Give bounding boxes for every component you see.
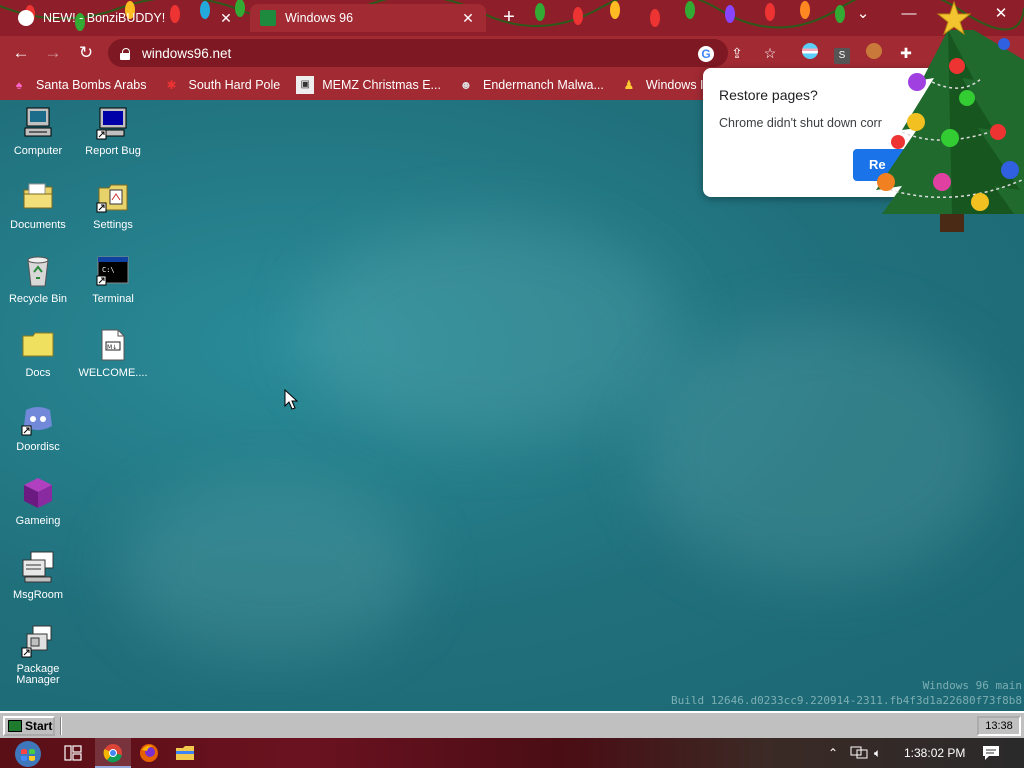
desktop-icon-label: Documents bbox=[10, 219, 66, 231]
background-cloud bbox=[120, 480, 420, 660]
docs-folder-icon bbox=[21, 328, 55, 362]
windows96-clock: 13:38 bbox=[977, 716, 1021, 736]
desktop-icon-label: Docs bbox=[25, 367, 51, 379]
bookmark-memz[interactable]: ▣ MEMZ Christmas E... bbox=[296, 76, 441, 94]
endermanch-icon: ☻ bbox=[459, 78, 473, 92]
network-icon[interactable] bbox=[850, 746, 868, 760]
tab-favicon-icon bbox=[18, 10, 34, 26]
santa-icon: ♠ bbox=[15, 78, 23, 92]
markdown-file-icon: M↓ bbox=[96, 328, 130, 362]
gameing-cube-icon bbox=[21, 476, 55, 510]
task-view-icon[interactable] bbox=[62, 742, 84, 764]
desktop-icon-label: WELCOME.... bbox=[78, 367, 148, 379]
firefox-icon[interactable] bbox=[138, 742, 160, 764]
mouse-cursor-icon bbox=[284, 389, 298, 410]
extension-flag-icon[interactable] bbox=[800, 43, 820, 63]
desktop-icon-label: Recycle Bin bbox=[8, 293, 68, 305]
memz-icon: ▣ bbox=[296, 76, 315, 94]
desktop-icon-label: Package Manager bbox=[16, 663, 60, 686]
msgroom-icon bbox=[21, 550, 55, 584]
tab-bonzibuddy[interactable]: NEW! - BonziBUDDY! ✕ bbox=[8, 4, 244, 32]
desktop-icon-label: Gameing bbox=[15, 515, 61, 527]
svg-text:C:\: C:\ bbox=[102, 266, 115, 274]
taskbar-divider bbox=[60, 717, 62, 735]
terminal-icon: C:\ bbox=[96, 254, 130, 288]
windows96-favicon-icon bbox=[260, 10, 276, 26]
forward-arrow-icon[interactable]: → bbox=[42, 42, 64, 64]
settings-icon bbox=[96, 180, 130, 214]
desktop-icon-label: Doordisc bbox=[16, 441, 60, 453]
share-icon[interactable]: ⇪ bbox=[727, 43, 747, 63]
bookmark-santa-bombs[interactable]: ♠ Santa Bombs Arabs bbox=[10, 76, 147, 94]
desktop-icon-label: MsgRoom bbox=[12, 589, 64, 601]
dialog-title: Restore pages? bbox=[719, 87, 818, 103]
build-info-line1: Windows 96 main bbox=[922, 679, 1022, 692]
desktop-icon-label: Computer bbox=[13, 145, 63, 157]
build-info-line2: Build 12646.d0233cc9.220914-2311.fb4f3d1… bbox=[671, 694, 1022, 707]
volume-icon[interactable]: 🔈︎ bbox=[874, 738, 881, 768]
start-button[interactable]: Start bbox=[3, 716, 55, 736]
report-bug-icon bbox=[96, 106, 130, 140]
system-clock[interactable]: 1:38:02 PM bbox=[904, 738, 965, 768]
windows96-logo-icon bbox=[8, 720, 22, 732]
reload-icon[interactable]: ↻ bbox=[75, 42, 97, 64]
desktop-icon-package-manager[interactable]: Package Manager bbox=[1, 624, 75, 686]
bookmark-label: South Hard Pole bbox=[188, 78, 281, 92]
desktop-icon-docs[interactable]: Docs bbox=[1, 328, 75, 379]
background-cloud bbox=[300, 220, 680, 440]
bookmark-endermanch[interactable]: ☻ Endermanch Malwa... bbox=[457, 76, 604, 94]
desktop-icon-msgroom[interactable]: MsgRoom bbox=[1, 550, 75, 601]
tab-label: NEW! - BonziBUDDY! bbox=[43, 11, 166, 25]
bookmark-label: Endermanch Malwa... bbox=[482, 78, 604, 92]
google-icon[interactable]: G bbox=[696, 43, 716, 63]
windows-iso-icon: ♟ bbox=[623, 78, 635, 92]
desktop-icon-settings[interactable]: Settings bbox=[76, 180, 150, 231]
back-arrow-icon[interactable]: ← bbox=[10, 42, 32, 64]
background-cloud bbox=[640, 320, 1000, 580]
desktop-icon-doordisc[interactable]: Doordisc bbox=[1, 402, 75, 453]
close-tab-icon[interactable]: ✕ bbox=[460, 10, 476, 27]
documents-folder-icon bbox=[21, 180, 55, 214]
chrome-taskbar-button[interactable] bbox=[95, 738, 131, 768]
bookmark-label: Santa Bombs Arabs bbox=[36, 78, 147, 92]
address-bar[interactable]: windows96.net bbox=[108, 39, 728, 67]
show-hidden-icons[interactable]: ⌃ bbox=[828, 738, 838, 768]
computer-icon bbox=[21, 106, 55, 140]
tab-windows96[interactable]: Windows 96 ✕ bbox=[250, 4, 486, 32]
chrome-icon bbox=[103, 744, 122, 763]
desktop-icon-welcome[interactable]: M↓ WELCOME.... bbox=[76, 328, 150, 379]
lock-icon[interactable] bbox=[120, 47, 130, 60]
desktop-icon-recycle-bin[interactable]: Recycle Bin bbox=[1, 254, 75, 305]
windows96-taskbar: Start 13:38 bbox=[0, 711, 1024, 738]
windows10-taskbar: ⌃ 🔈︎ 1:38:02 PM bbox=[0, 738, 1024, 768]
file-explorer-icon[interactable] bbox=[174, 742, 196, 764]
new-tab-icon[interactable]: + bbox=[498, 6, 520, 28]
bookmark-label: MEMZ Christmas E... bbox=[322, 78, 441, 92]
bookmark-star-icon[interactable]: ☆ bbox=[760, 43, 780, 63]
address-url: windows96.net bbox=[142, 45, 232, 61]
dialog-message: Chrome didn't shut down corr bbox=[719, 116, 882, 130]
extension-s-icon[interactable]: S bbox=[832, 43, 852, 64]
desktop-icon-terminal[interactable]: C:\ Terminal bbox=[76, 254, 150, 305]
desktop-icon-label: Report Bug bbox=[85, 145, 141, 157]
close-tab-icon[interactable]: ✕ bbox=[218, 10, 234, 27]
svg-text:M↓: M↓ bbox=[107, 344, 117, 351]
notifications-icon[interactable] bbox=[982, 745, 1000, 761]
tab-label: Windows 96 bbox=[285, 11, 354, 25]
desktop-icon-label: Terminal bbox=[92, 293, 134, 305]
package-manager-icon bbox=[21, 624, 55, 658]
bookmark-south-hard-pole[interactable]: ✱ South Hard Pole bbox=[162, 76, 280, 94]
recycle-bin-icon bbox=[21, 254, 55, 288]
desktop-icon-label: Settings bbox=[93, 219, 133, 231]
desktop-icon-report-bug[interactable]: Report Bug bbox=[76, 106, 150, 157]
windows-start-orb-icon[interactable] bbox=[10, 740, 46, 768]
start-label: Start bbox=[25, 719, 53, 733]
snowflake-icon: ✱ bbox=[166, 78, 177, 92]
desktop-icon-computer[interactable]: Computer bbox=[1, 106, 75, 157]
desktop-icon-gameing[interactable]: Gameing bbox=[1, 476, 75, 527]
christmas-tree-decoration bbox=[876, 0, 1024, 232]
desktop-icon-documents[interactable]: Documents bbox=[1, 180, 75, 231]
doordisc-icon bbox=[21, 402, 55, 436]
